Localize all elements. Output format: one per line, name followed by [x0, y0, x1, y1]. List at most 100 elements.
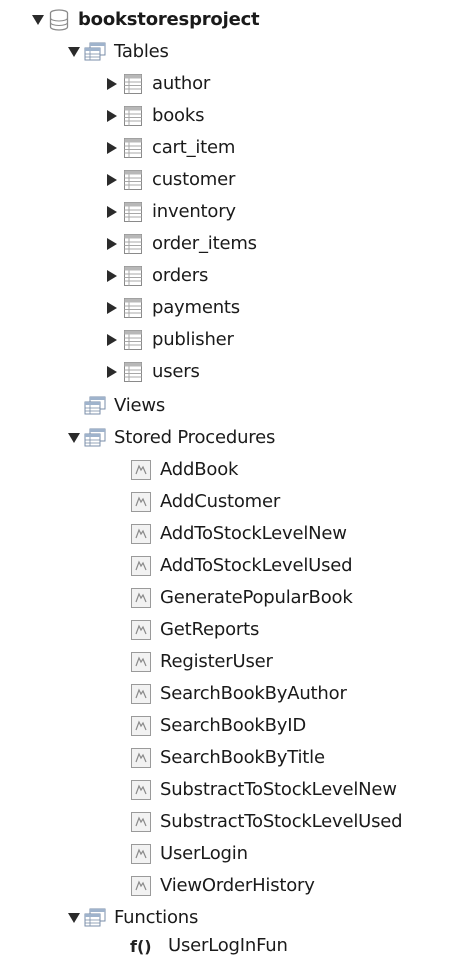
table-icon [122, 137, 144, 159]
table-icon [122, 169, 144, 191]
table-label: payments [152, 297, 240, 318]
table-icon [122, 73, 144, 95]
expand-arrow-right-icon[interactable] [106, 269, 118, 283]
procedure-icon [130, 587, 152, 609]
table-label: author [152, 73, 211, 94]
table-label: orders [152, 265, 209, 286]
expand-arrow-down-icon[interactable] [68, 431, 80, 445]
table-label: customer [152, 169, 236, 190]
procedure-label: RegisterUser [160, 651, 273, 672]
procedure-icon [130, 555, 152, 577]
procedure-item-addtostocklevelused[interactable]: AddToStockLevelUsed [130, 550, 353, 582]
expand-arrow-right-icon[interactable] [106, 173, 118, 187]
table-icon [122, 265, 144, 287]
function-label: UserLogInFun [168, 935, 288, 956]
table-item-users[interactable]: users [106, 356, 200, 388]
procedure-label: AddCustomer [160, 491, 281, 512]
procedure-icon [130, 619, 152, 641]
table-icon [122, 201, 144, 223]
procedure-icon [130, 843, 152, 865]
expand-arrow-right-icon[interactable] [106, 301, 118, 315]
table-icon [122, 233, 144, 255]
expand-arrow-right-icon[interactable] [106, 333, 118, 347]
procedure-item-vieworderhistory[interactable]: ViewOrderHistory [130, 870, 315, 902]
procedure-item-registeruser[interactable]: RegisterUser [130, 646, 273, 678]
function-folder-icon [84, 907, 106, 929]
procedure-item-addbook[interactable]: AddBook [130, 454, 238, 486]
views-folder-node[interactable]: Views [84, 390, 165, 422]
procedure-item-searchbookbytitle[interactable]: SearchBookByTitle [130, 742, 325, 774]
table-item-books[interactable]: books [106, 100, 204, 132]
database-icon [48, 9, 70, 31]
table-item-cart-item[interactable]: cart_item [106, 132, 235, 164]
expand-arrow-down-icon[interactable] [68, 45, 80, 59]
tables-folder-node[interactable]: Tables [68, 36, 169, 68]
expand-arrow-down-icon[interactable] [32, 13, 44, 27]
procedure-icon [130, 747, 152, 769]
procedure-item-addcustomer[interactable]: AddCustomer [130, 486, 280, 518]
table-label: inventory [152, 201, 236, 222]
procedure-icon [130, 811, 152, 833]
procedures-folder-node[interactable]: Stored Procedures [68, 422, 275, 454]
procedure-label: SearchBookByTitle [160, 747, 325, 768]
tables-label: Tables [114, 41, 169, 62]
procedure-icon [130, 651, 152, 673]
function-icon: f() [130, 936, 152, 956]
table-item-author[interactable]: author [106, 68, 210, 100]
procedure-item-getreports[interactable]: GetReports [130, 614, 259, 646]
table-icon [122, 329, 144, 351]
expand-arrow-right-icon[interactable] [106, 237, 118, 251]
table-item-order-items[interactable]: order_items [106, 228, 257, 260]
procedure-label: SubstractToStockLevelUsed [160, 811, 403, 832]
table-label: publisher [152, 329, 234, 350]
procedure-item-generatepopularbook[interactable]: GeneratePopularBook [130, 582, 353, 614]
table-label: users [152, 361, 200, 382]
table-item-payments[interactable]: payments [106, 292, 240, 324]
table-label: books [152, 105, 205, 126]
expand-arrow-right-icon[interactable] [106, 365, 118, 379]
expand-arrow-down-icon[interactable] [68, 911, 80, 925]
schema-name: bookstoresproject [78, 9, 260, 30]
procedure-label: ViewOrderHistory [160, 875, 315, 896]
procedure-folder-icon [84, 427, 106, 449]
procedure-item-userlogin[interactable]: UserLogin [130, 838, 248, 870]
procedure-item-substracttostocklevelused[interactable]: SubstractToStockLevelUsed [130, 806, 403, 838]
procedure-label: GeneratePopularBook [160, 587, 353, 608]
table-item-inventory[interactable]: inventory [106, 196, 236, 228]
table-label: cart_item [152, 137, 236, 158]
expand-arrow-right-icon[interactable] [106, 205, 118, 219]
procedure-label: SubstractToStockLevelNew [160, 779, 397, 800]
function-item-userloginfun[interactable]: f() UserLogInFun [130, 932, 288, 960]
procedure-label: SearchBookByID [160, 715, 307, 736]
expand-arrow-right-icon[interactable] [106, 77, 118, 91]
table-icon [122, 297, 144, 319]
expand-arrow-right-icon[interactable] [106, 141, 118, 155]
procedure-icon [130, 523, 152, 545]
view-folder-icon [84, 395, 106, 417]
table-item-publisher[interactable]: publisher [106, 324, 234, 356]
procedure-icon [130, 491, 152, 513]
procedure-icon [130, 875, 152, 897]
table-item-orders[interactable]: orders [106, 260, 208, 292]
table-label: order_items [152, 233, 257, 254]
views-label: Views [114, 395, 166, 416]
expand-arrow-right-icon[interactable] [106, 109, 118, 123]
procedure-label: AddToStockLevelNew [160, 523, 347, 544]
procedure-icon [130, 683, 152, 705]
procedure-item-addtostocklevelnew[interactable]: AddToStockLevelNew [130, 518, 347, 550]
functions-folder-node[interactable]: Functions [68, 902, 198, 934]
procedure-icon [130, 459, 152, 481]
procedure-label: AddToStockLevelUsed [160, 555, 353, 576]
procedure-label: GetReports [160, 619, 260, 640]
procedure-item-searchbookbyid[interactable]: SearchBookByID [130, 710, 306, 742]
procedure-item-searchbookbyauthor[interactable]: SearchBookByAuthor [130, 678, 347, 710]
table-icon [122, 361, 144, 383]
schema-node[interactable]: bookstoresproject [32, 4, 260, 36]
procedures-label: Stored Procedures [114, 427, 276, 448]
table-folder-icon [84, 41, 106, 63]
table-item-customer[interactable]: customer [106, 164, 235, 196]
procedure-item-substracttostocklevelnew[interactable]: SubstractToStockLevelNew [130, 774, 397, 806]
schema-tree: bookstoresproject Tables author books ca… [0, 0, 455, 960]
procedure-icon [130, 779, 152, 801]
procedure-label: AddBook [160, 459, 239, 480]
